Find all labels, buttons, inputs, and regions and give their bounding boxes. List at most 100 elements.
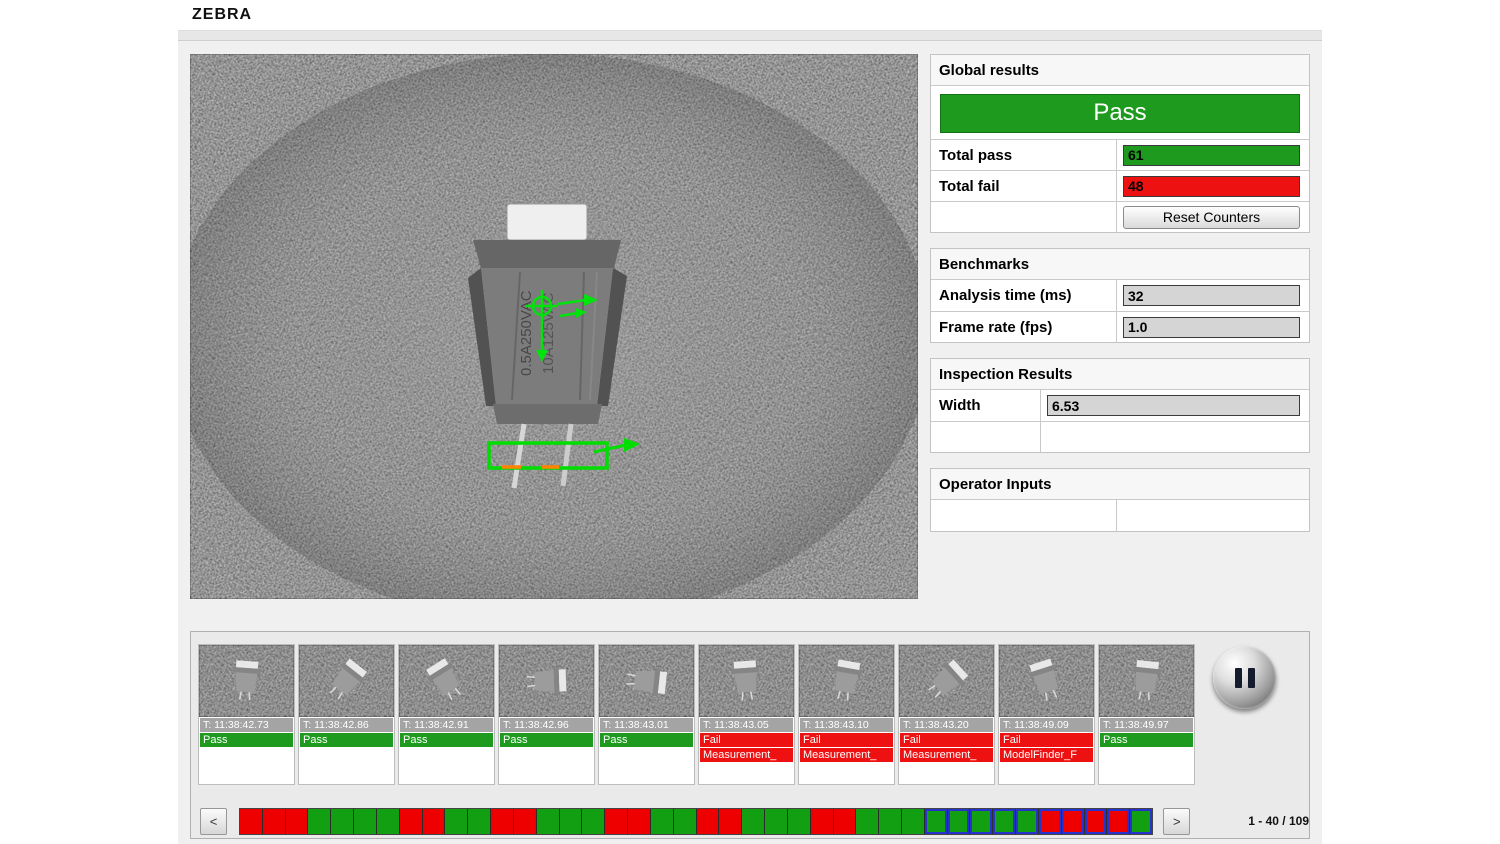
- history-cell[interactable]: [856, 809, 879, 834]
- history-cell[interactable]: [970, 809, 993, 834]
- filmstrip-thumbnail[interactable]: T: 11:38:49.09 Fail ModelFinder_F: [998, 644, 1095, 785]
- filmstrip-thumbnail[interactable]: T: 11:38:42.96 Pass: [498, 644, 595, 785]
- filmstrip-thumbnail[interactable]: T: 11:38:42.86 Pass: [298, 644, 395, 785]
- section-title-inspection-results: Inspection Results: [931, 359, 1309, 390]
- main-content: 0.5A250VAC 10A125VAC: [178, 41, 1322, 842]
- toolbar-strip: [178, 30, 1322, 41]
- history-cell[interactable]: [263, 809, 286, 834]
- history-cell[interactable]: [354, 809, 377, 834]
- thumbnail-timestamp: T: 11:38:42.91: [400, 718, 493, 732]
- section-title-global-results: Global results: [931, 55, 1309, 86]
- width-label: Width: [931, 390, 1041, 421]
- empty-cell: [1117, 500, 1309, 531]
- thumbnail-status: Pass: [200, 733, 293, 747]
- history-cell[interactable]: [423, 809, 446, 834]
- history-cell[interactable]: [651, 809, 674, 834]
- history-cell[interactable]: [925, 809, 948, 834]
- filmstrip-thumbnail[interactable]: T: 11:38:43.05 Fail Measurement_: [698, 644, 795, 785]
- history-cell[interactable]: [902, 809, 925, 834]
- history-cell[interactable]: [560, 809, 583, 834]
- history-cell[interactable]: [308, 809, 331, 834]
- history-cell[interactable]: [697, 809, 720, 834]
- total-pass-value: 61: [1123, 145, 1300, 166]
- total-pass-label: Total pass: [931, 140, 1117, 170]
- filmstrip-thumbnail[interactable]: T: 11:38:42.91 Pass: [398, 644, 495, 785]
- history-cell[interactable]: [1107, 809, 1130, 834]
- thumbnail-timestamp: T: 11:38:42.86: [300, 718, 393, 732]
- history-cell[interactable]: [719, 809, 742, 834]
- part-thumbnail-image: [799, 645, 894, 717]
- history-cell[interactable]: [286, 809, 309, 834]
- history-cell[interactable]: [445, 809, 468, 834]
- next-page-button[interactable]: >: [1163, 808, 1190, 835]
- history-cell[interactable]: [240, 809, 263, 834]
- history-cell[interactable]: [948, 809, 971, 834]
- part-thumbnail-image: [999, 645, 1094, 717]
- history-cell[interactable]: [1062, 809, 1085, 834]
- global-status-banner: Pass: [940, 94, 1300, 133]
- history-cell[interactable]: [674, 809, 697, 834]
- thumbnail-fail-detail: Measurement_: [900, 748, 993, 762]
- history-cell[interactable]: [765, 809, 788, 834]
- history-cell[interactable]: [1085, 809, 1108, 834]
- thumbnail-timestamp: T: 11:38:49.97: [1100, 718, 1193, 732]
- results-panel: Global results Pass Total pass 61 Total …: [930, 54, 1310, 547]
- thumbnail-timestamp: T: 11:38:49.09: [1000, 718, 1093, 732]
- part-thumbnail-image: [699, 645, 794, 717]
- analysis-time-row: Analysis time (ms) 32: [931, 280, 1309, 311]
- empty-cell: [931, 500, 1117, 531]
- thumbnail-status: Pass: [600, 733, 693, 747]
- history-cell[interactable]: [1016, 809, 1039, 834]
- empty-cell: [931, 202, 1117, 232]
- filmstrip-thumbnail[interactable]: T: 11:38:43.20 Fail Measurement_: [898, 644, 995, 785]
- history-cell[interactable]: [1039, 809, 1062, 834]
- pause-button[interactable]: [1213, 646, 1276, 709]
- history-cell[interactable]: [628, 809, 651, 834]
- empty-cell: [931, 422, 1041, 452]
- camera-image: 0.5A250VAC 10A125VAC: [190, 54, 918, 599]
- thumbnail-timestamp: T: 11:38:43.10: [800, 718, 893, 732]
- history-cell[interactable]: [605, 809, 628, 834]
- total-pass-row: Total pass 61: [931, 139, 1309, 170]
- prev-page-button[interactable]: <: [200, 808, 227, 835]
- reset-counters-button[interactable]: Reset Counters: [1123, 206, 1300, 229]
- empty-cell: [1041, 422, 1309, 452]
- history-cell[interactable]: [834, 809, 857, 834]
- thumbnail-status: Pass: [300, 733, 393, 747]
- thumbnail-timestamp: T: 11:38:43.05: [700, 718, 793, 732]
- analysis-time-label: Analysis time (ms): [931, 280, 1117, 311]
- history-cell[interactable]: [491, 809, 514, 834]
- filmstrip-thumbnail[interactable]: T: 11:38:42.73 Pass: [198, 644, 295, 785]
- section-title-benchmarks: Benchmarks: [931, 249, 1309, 280]
- history-cell[interactable]: [879, 809, 902, 834]
- thumbnail-row: T: 11:38:42.73 Pass T: 11:38:42.86 Pass: [198, 644, 1195, 785]
- history-cell[interactable]: [811, 809, 834, 834]
- zebra-logo: ZEBRA: [192, 6, 252, 24]
- history-cell[interactable]: [400, 809, 423, 834]
- history-cell[interactable]: [993, 809, 1016, 834]
- history-strip: [239, 808, 1153, 835]
- history-cell[interactable]: [1130, 809, 1152, 834]
- part-thumbnail-image: [399, 645, 494, 717]
- total-fail-label: Total fail: [931, 171, 1117, 201]
- history-cell[interactable]: [788, 809, 811, 834]
- history-cell[interactable]: [514, 809, 537, 834]
- width-value: 6.53: [1047, 395, 1300, 416]
- history-cell[interactable]: [377, 809, 400, 834]
- thumbnail-timestamp: T: 11:38:43.20: [900, 718, 993, 732]
- part-thumbnail-image: [299, 645, 394, 717]
- history-cell[interactable]: [582, 809, 605, 834]
- history-cell[interactable]: [468, 809, 491, 834]
- history-cell[interactable]: [537, 809, 560, 834]
- width-row: Width 6.53: [931, 390, 1309, 421]
- filmstrip-thumbnail[interactable]: T: 11:38:49.97 Pass: [1098, 644, 1195, 785]
- history-cell[interactable]: [742, 809, 765, 834]
- history-cell[interactable]: [331, 809, 354, 834]
- thumbnail-status: Fail: [1000, 733, 1093, 747]
- filmstrip-thumbnail[interactable]: T: 11:38:43.10 Fail Measurement_: [798, 644, 895, 785]
- inspection-empty-row: [931, 421, 1309, 452]
- filmstrip-thumbnail[interactable]: T: 11:38:43.01 Pass: [598, 644, 695, 785]
- thumbnail-status: Fail: [800, 733, 893, 747]
- thumbnail-status: Pass: [400, 733, 493, 747]
- status-banner-wrap: Pass: [931, 86, 1309, 139]
